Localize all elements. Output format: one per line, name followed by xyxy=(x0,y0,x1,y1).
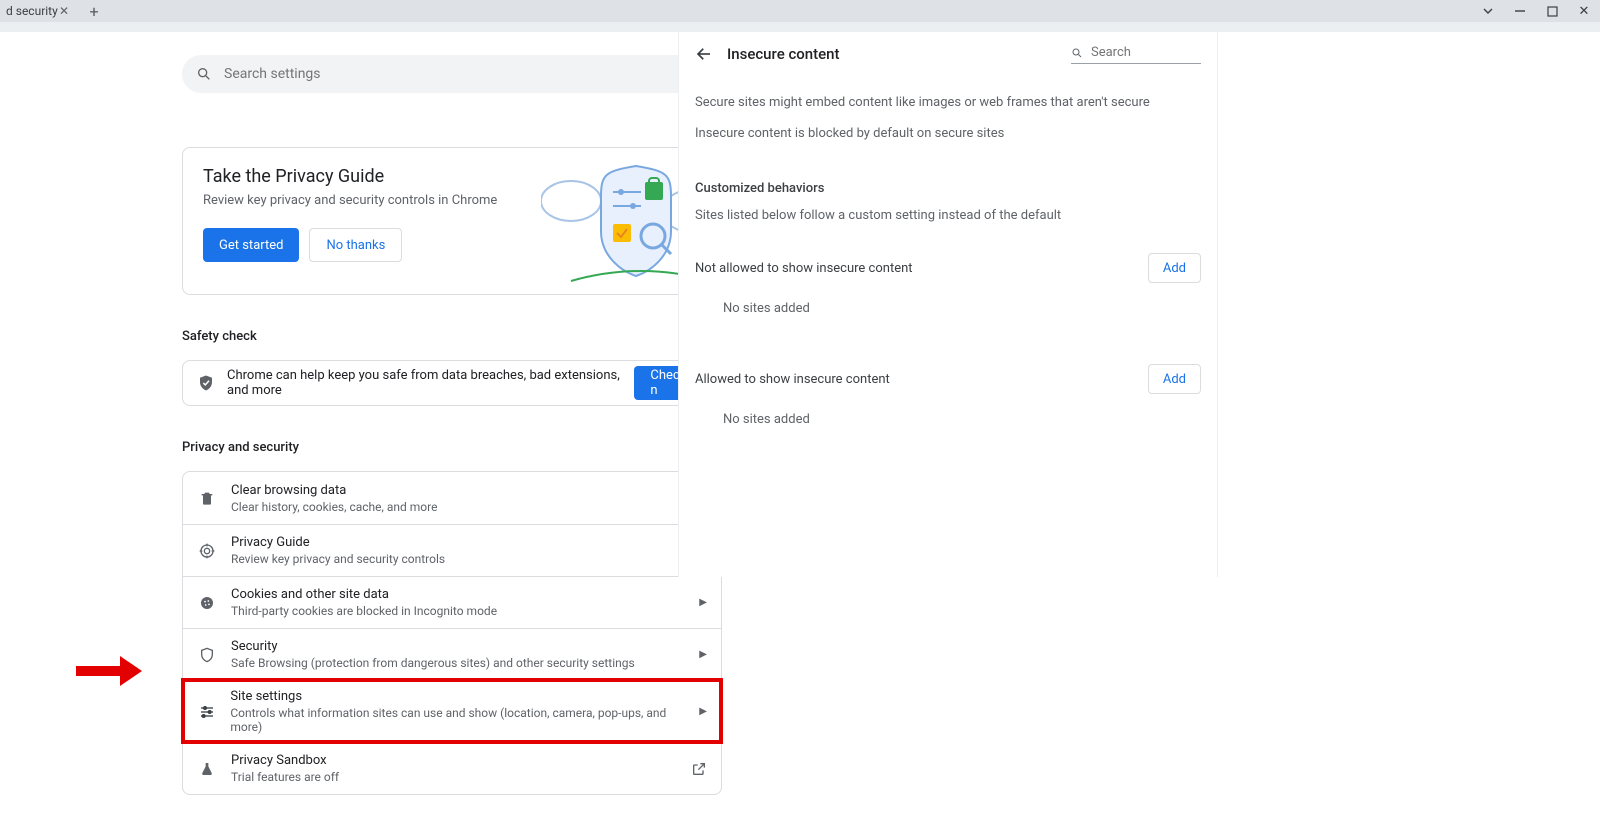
row-clear-browsing-data[interactable]: Clear browsing data Clear history, cookie… xyxy=(183,472,721,524)
row-subtitle: Clear history, cookies, cache, and more xyxy=(231,500,437,514)
row-security[interactable]: Security Safe Browsing (protection from d… xyxy=(183,628,721,680)
customized-behaviors-desc: Sites listed below follow a custom setti… xyxy=(695,208,1201,223)
browser-tab[interactable]: d security ✕ xyxy=(0,0,75,22)
new-tab-button[interactable]: + xyxy=(86,3,102,19)
panel-search-input[interactable] xyxy=(1089,44,1201,61)
settings-search[interactable] xyxy=(182,55,722,93)
row-title: Cookies and other site data xyxy=(231,587,497,602)
row-title: Security xyxy=(231,639,635,654)
panel-description-2: Insecure content is blocked by default o… xyxy=(695,126,1201,141)
row-subtitle: Controls what information sites can use … xyxy=(230,706,685,734)
safety-check-card: Chrome can help keep you safe from data … xyxy=(182,360,722,406)
cookie-icon xyxy=(197,595,217,611)
maximize-button[interactable] xyxy=(1536,0,1568,22)
tabs-dropdown-icon[interactable] xyxy=(1472,0,1504,22)
toolbar-stub xyxy=(0,22,1600,32)
no-thanks-button[interactable]: No thanks xyxy=(309,228,402,262)
minimize-button[interactable] xyxy=(1504,0,1536,22)
get-started-button[interactable]: Get started xyxy=(203,228,299,262)
trash-icon xyxy=(197,490,217,506)
row-subtitle: Trial features are off xyxy=(231,770,339,784)
row-subtitle: Review key privacy and security controls xyxy=(231,552,445,566)
target-icon xyxy=(197,543,217,559)
not-allowed-empty: No sites added xyxy=(723,301,1201,316)
insecure-content-panel: Insecure content Secure sites might embe… xyxy=(678,32,1218,577)
row-subtitle: Third-party cookies are blocked in Incog… xyxy=(231,604,497,618)
row-privacy-sandbox[interactable]: Privacy Sandbox Trial features are off xyxy=(183,742,721,794)
flask-icon xyxy=(197,761,217,777)
add-not-allowed-button[interactable]: Add xyxy=(1148,253,1201,283)
external-link-icon xyxy=(691,761,707,777)
settings-search-input[interactable] xyxy=(222,65,708,83)
row-title: Privacy Sandbox xyxy=(231,753,339,768)
add-allowed-button[interactable]: Add xyxy=(1148,364,1201,394)
row-title: Clear browsing data xyxy=(231,483,437,498)
sliders-icon xyxy=(197,704,216,720)
panel-title: Insecure content xyxy=(727,45,840,63)
row-privacy-guide[interactable]: Privacy Guide Review key privacy and secu… xyxy=(183,524,721,576)
annotation-arrow xyxy=(72,654,142,688)
row-cookies[interactable]: Cookies and other site data Third-party c… xyxy=(183,576,721,628)
browser-tab-strip: d security ✕ + ✕ xyxy=(0,0,1600,22)
privacy-security-heading: Privacy and security xyxy=(182,440,722,455)
row-site-settings[interactable]: Site settings Controls what information s… xyxy=(183,680,721,742)
customized-behaviors-heading: Customized behaviors xyxy=(695,181,1201,196)
close-window-button[interactable]: ✕ xyxy=(1568,0,1600,22)
allowed-label: Allowed to show insecure content xyxy=(695,372,890,387)
safety-check-heading: Safety check xyxy=(182,329,722,344)
chevron-right-icon: ▶ xyxy=(699,649,707,660)
shield-check-icon xyxy=(197,374,215,392)
safety-check-text: Chrome can help keep you safe from data … xyxy=(227,368,622,398)
shield-icon xyxy=(197,647,217,663)
row-subtitle: Safe Browsing (protection from dangerous… xyxy=(231,656,635,670)
allowed-empty: No sites added xyxy=(723,412,1201,427)
row-title: Site settings xyxy=(230,689,685,704)
chevron-right-icon: ▶ xyxy=(699,597,707,608)
panel-search[interactable] xyxy=(1071,44,1201,64)
back-button[interactable] xyxy=(695,45,713,63)
window-controls: ✕ xyxy=(1472,0,1600,22)
tab-title: d security xyxy=(6,4,58,18)
row-title: Privacy Guide xyxy=(231,535,445,550)
search-icon xyxy=(196,66,212,82)
privacy-guide-card: Take the Privacy Guide Review key privac… xyxy=(182,147,722,295)
search-icon xyxy=(1071,46,1083,60)
privacy-security-list: Clear browsing data Clear history, cookie… xyxy=(182,471,722,795)
panel-description-1: Secure sites might embed content like im… xyxy=(695,94,1201,112)
close-tab-icon[interactable]: ✕ xyxy=(59,4,69,18)
chevron-right-icon: ▶ xyxy=(699,706,707,717)
not-allowed-label: Not allowed to show insecure content xyxy=(695,261,913,276)
